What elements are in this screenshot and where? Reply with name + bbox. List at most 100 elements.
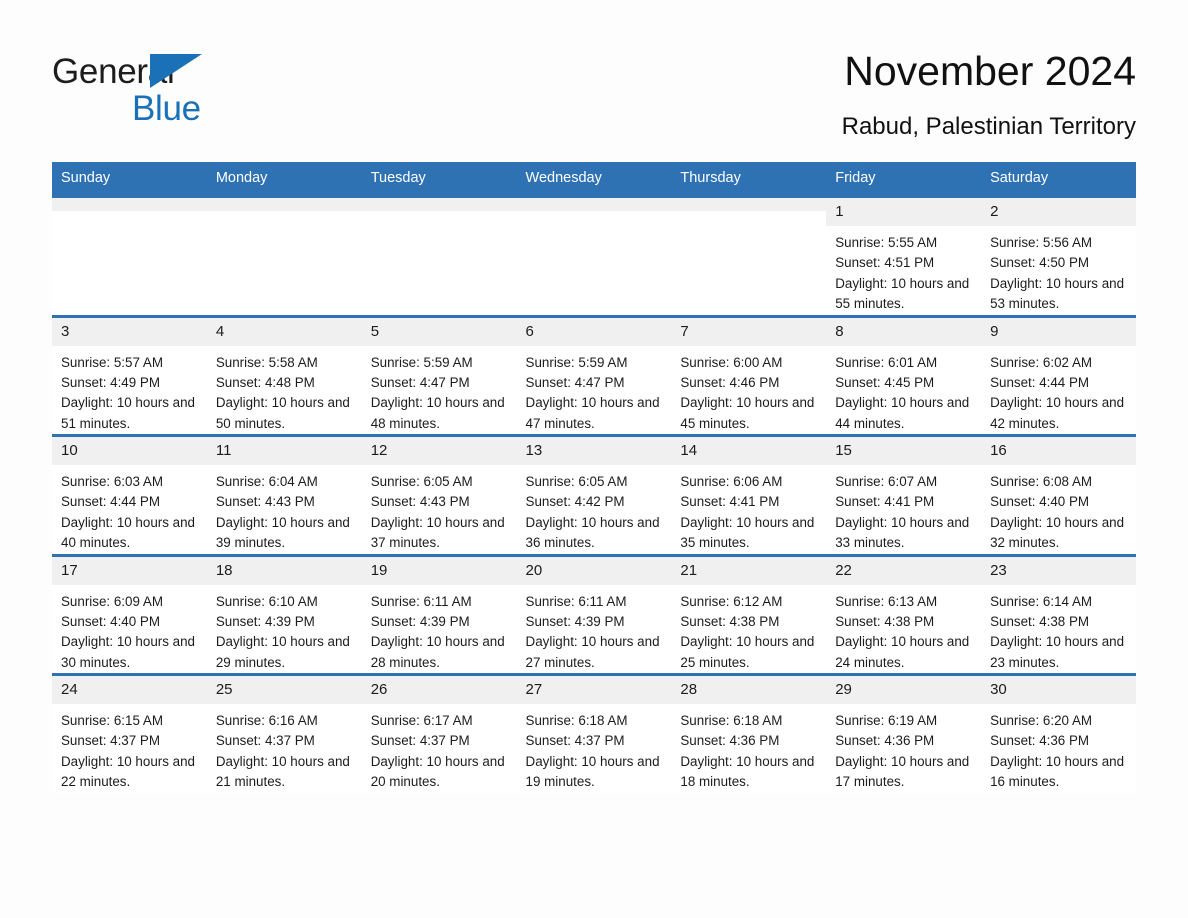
daylight-text: Daylight: 10 hours and 28 minutes. — [370, 634, 505, 670]
calendar-day-cell[interactable]: 11 Sunrise: 6:04 AM Sunset: 4:43 PM Dayligh… — [206, 434, 362, 556]
day-details: Sunrise: 5:58 AM Sunset: 4:48 PM Daylight:… — [207, 346, 362, 435]
calendar-day-cell[interactable]: 23 Sunrise: 6:14 AM Sunset: 4:38 PM Dayligh… — [981, 553, 1136, 675]
sunrise-text: Sunrise: 6:05 AM — [525, 474, 628, 490]
sunset-text: Sunset: 4:41 PM — [680, 494, 780, 510]
calendar-day-cell[interactable]: 28 Sunrise: 6:18 AM Sunset: 4:36 PM Dayligh… — [671, 673, 827, 793]
day-number: 17 — [52, 556, 207, 585]
day-number: 26 — [361, 676, 517, 705]
calendar-day-cell[interactable]: 14 Sunrise: 6:06 AM Sunset: 4:41 PM Dayligh… — [671, 434, 827, 556]
day-details: Sunrise: 6:19 AM Sunset: 4:36 PM Daylight:… — [826, 704, 981, 793]
sunset-text: Sunset: 4:48 PM — [215, 374, 315, 390]
sunset-text: Sunset: 4:49 PM — [61, 374, 160, 390]
day-details: Sunrise: 6:14 AM Sunset: 4:38 PM Daylight:… — [981, 585, 1136, 674]
calendar-day-cell[interactable]: 6 Sunrise: 5:59 AM Sunset: 4:47 PM Daylight… — [516, 314, 672, 436]
day-number: 1 — [826, 198, 982, 227]
calendar-grid: Sunday Monday Tuesday Wednesday Thursday Frid… — [52, 162, 1136, 793]
weekday-header: Sunday Monday Tuesday Wednesday Thursday Frid… — [52, 162, 1136, 197]
calendar-day-cell[interactable]: 12 Sunrise: 6:05 AM Sunset: 4:43 PM Dayligh… — [361, 434, 517, 556]
calendar-day-cell[interactable]: 30 Sunrise: 6:20 AM Sunset: 4:36 PM Dayligh… — [981, 673, 1136, 793]
daylight-text: Daylight: 10 hours and 19 minutes. — [525, 753, 660, 790]
day-details: Sunrise: 6:05 AM Sunset: 4:42 PM Daylight:… — [517, 465, 672, 554]
daylight-text: Daylight: 10 hours and 25 minutes. — [680, 634, 815, 670]
day-number: 4 — [206, 317, 362, 346]
calendar-day-cell[interactable]: 2 Sunrise: 5:56 AM Sunset: 4:50 PM Daylight… — [981, 195, 1136, 317]
calendar-day-cell[interactable]: 25 Sunrise: 6:16 AM Sunset: 4:37 PM Dayligh… — [206, 673, 362, 793]
daylight-text: Daylight: 10 hours and 30 minutes. — [61, 634, 195, 670]
daylight-text: Daylight: 10 hours and 55 minutes. — [835, 275, 970, 312]
calendar-day-cell[interactable]: 10 Sunrise: 6:03 AM Sunset: 4:44 PM Dayligh… — [52, 434, 207, 556]
calendar-day-cell[interactable]: 19 Sunrise: 6:11 AM Sunset: 4:39 PM Dayligh… — [361, 553, 517, 675]
day-details: Sunrise: 6:10 AM Sunset: 4:39 PM Daylight:… — [207, 585, 362, 674]
day-details: Sunrise: 6:08 AM Sunset: 4:40 PM Daylight:… — [981, 465, 1136, 554]
daylight-text: Daylight: 10 hours and 32 minutes. — [990, 514, 1125, 551]
day-number — [516, 198, 672, 212]
weekday-header-thursday: Thursday — [671, 162, 827, 197]
calendar-day-cell[interactable]: 15 Sunrise: 6:07 AM Sunset: 4:41 PM Dayligh… — [826, 434, 982, 556]
calendar-day-cell[interactable]: 8 Sunrise: 6:01 AM Sunset: 4:45 PM Daylight… — [826, 314, 982, 436]
sunrise-text: Sunrise: 6:15 AM — [61, 713, 163, 729]
daylight-text: Daylight: 10 hours and 50 minutes. — [215, 395, 350, 431]
calendar-empty-cell — [52, 195, 207, 317]
calendar-day-cell[interactable]: 18 Sunrise: 6:10 AM Sunset: 4:39 PM Dayligh… — [206, 553, 362, 675]
sunrise-text: Sunrise: 6:18 AM — [525, 713, 628, 729]
daylight-text: Daylight: 10 hours and 16 minutes. — [990, 753, 1125, 790]
day-number: 15 — [826, 437, 982, 466]
sunset-text: Sunset: 4:40 PM — [990, 494, 1090, 510]
day-details: Sunrise: 6:20 AM Sunset: 4:36 PM Daylight:… — [981, 704, 1136, 793]
sunrise-text: Sunrise: 6:18 AM — [680, 713, 783, 729]
day-details: Sunrise: 6:11 AM Sunset: 4:39 PM Daylight:… — [517, 585, 672, 674]
calendar-day-cell[interactable]: 21 Sunrise: 6:12 AM Sunset: 4:38 PM Dayligh… — [671, 553, 827, 675]
calendar-day-cell[interactable]: 27 Sunrise: 6:18 AM Sunset: 4:37 PM Dayligh… — [516, 673, 672, 793]
day-number: 19 — [361, 556, 517, 585]
calendar-day-cell[interactable]: 13 Sunrise: 6:05 AM Sunset: 4:42 PM Dayligh… — [516, 434, 672, 556]
day-details: Sunrise: 5:57 AM Sunset: 4:49 PM Daylight:… — [52, 346, 207, 435]
day-number: 29 — [826, 676, 982, 705]
sunset-text: Sunset: 4:38 PM — [680, 613, 780, 629]
calendar-day-cell[interactable]: 1 Sunrise: 5:55 AM Sunset: 4:51 PM Daylight… — [826, 195, 982, 317]
day-details: Sunrise: 6:12 AM Sunset: 4:38 PM Daylight:… — [671, 585, 826, 674]
sunrise-text: Sunrise: 6:14 AM — [990, 593, 1093, 609]
sunset-text: Sunset: 4:37 PM — [525, 733, 625, 749]
calendar-day-cell[interactable]: 29 Sunrise: 6:19 AM Sunset: 4:36 PM Dayligh… — [826, 673, 982, 793]
day-details: Sunrise: 6:09 AM Sunset: 4:40 PM Daylight:… — [52, 585, 207, 674]
sunset-text: Sunset: 4:44 PM — [990, 374, 1090, 390]
calendar-day-cell[interactable]: 9 Sunrise: 6:02 AM Sunset: 4:44 PM Daylight… — [981, 314, 1136, 436]
calendar-day-cell[interactable]: 7 Sunrise: 6:00 AM Sunset: 4:46 PM Daylight… — [671, 314, 827, 436]
day-number — [671, 198, 827, 212]
calendar-day-cell[interactable]: 4 Sunrise: 5:58 AM Sunset: 4:48 PM Daylight… — [206, 314, 362, 436]
page-header: General Blue November 2024 Rabud, Palest… — [0, 0, 1188, 141]
calendar-week-row: 1 Sunrise: 5:55 AM Sunset: 4:51 PM Daylight… — [52, 195, 1136, 317]
sunset-text: Sunset: 4:37 PM — [61, 733, 160, 749]
day-number: 25 — [206, 676, 362, 705]
sunset-text: Sunset: 4:36 PM — [990, 733, 1090, 749]
day-number: 2 — [981, 198, 1136, 227]
calendar-day-cell[interactable]: 3 Sunrise: 5:57 AM Sunset: 4:49 PM Daylight… — [52, 314, 207, 436]
day-details: Sunrise: 6:15 AM Sunset: 4:37 PM Daylight:… — [52, 704, 207, 793]
sunset-text: Sunset: 4:45 PM — [835, 374, 935, 390]
day-number: 10 — [52, 437, 207, 466]
day-number: 9 — [981, 317, 1136, 346]
day-details: Sunrise: 6:04 AM Sunset: 4:43 PM Daylight:… — [207, 465, 362, 554]
calendar-day-cell[interactable]: 16 Sunrise: 6:08 AM Sunset: 4:40 PM Dayligh… — [981, 434, 1136, 556]
calendar-day-cell[interactable]: 22 Sunrise: 6:13 AM Sunset: 4:38 PM Dayligh… — [826, 553, 982, 675]
calendar-day-cell[interactable]: 5 Sunrise: 5:59 AM Sunset: 4:47 PM Daylight… — [361, 314, 517, 436]
page-subtitle: Rabud, Palestinian Territory — [841, 113, 1136, 141]
day-details: Sunrise: 6:16 AM Sunset: 4:37 PM Daylight:… — [207, 704, 362, 793]
sunrise-text: Sunrise: 6:19 AM — [835, 713, 938, 729]
sunrise-text: Sunrise: 5:55 AM — [835, 235, 938, 251]
generalblue-logo: General Blue — [52, 48, 312, 126]
sunset-text: Sunset: 4:38 PM — [990, 613, 1090, 629]
sunrise-text: Sunrise: 6:12 AM — [680, 593, 783, 609]
sunrise-text: Sunrise: 6:05 AM — [370, 474, 473, 490]
calendar-week-row: 3 Sunrise: 5:57 AM Sunset: 4:49 PM Daylight… — [52, 314, 1136, 436]
calendar-day-cell[interactable]: 17 Sunrise: 6:09 AM Sunset: 4:40 PM Dayligh… — [52, 553, 207, 675]
day-details: Sunrise: 6:03 AM Sunset: 4:44 PM Daylight:… — [52, 465, 207, 554]
calendar-day-cell[interactable]: 24 Sunrise: 6:15 AM Sunset: 4:37 PM Dayligh… — [52, 673, 207, 793]
daylight-text: Daylight: 10 hours and 40 minutes. — [61, 514, 195, 551]
calendar-day-cell[interactable]: 26 Sunrise: 6:17 AM Sunset: 4:37 PM Dayligh… — [361, 673, 517, 793]
day-number: 5 — [361, 317, 517, 346]
day-details: Sunrise: 6:18 AM Sunset: 4:36 PM Daylight:… — [671, 704, 826, 793]
weekday-header-friday: Friday — [826, 162, 982, 197]
day-details: Sunrise: 5:59 AM Sunset: 4:47 PM Daylight:… — [362, 346, 517, 435]
calendar-day-cell[interactable]: 20 Sunrise: 6:11 AM Sunset: 4:39 PM Dayligh… — [516, 553, 672, 675]
